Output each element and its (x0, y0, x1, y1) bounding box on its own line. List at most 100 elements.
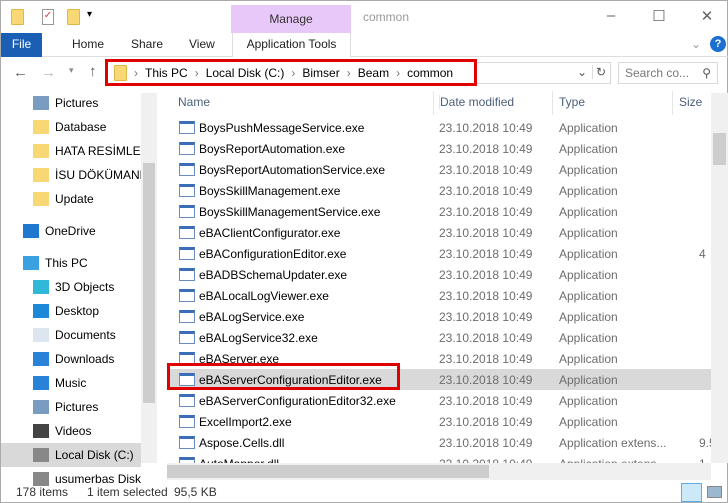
file-date: 23.10.2018 10:49 (439, 225, 533, 240)
exe-file-icon (179, 415, 195, 428)
column-type[interactable]: Type (559, 95, 585, 109)
file-name: eBAServerConfigurationEditor32.exe (199, 393, 396, 408)
help-icon[interactable]: ? (710, 36, 726, 52)
nav-item-label: Update (55, 192, 94, 206)
file-name: BoysReportAutomationService.exe (199, 162, 386, 177)
nav-item[interactable]: Music (1, 371, 141, 395)
nav-item[interactable]: Downloads (1, 347, 141, 371)
file-date: 23.10.2018 10:49 (439, 393, 533, 408)
exe-file-icon (179, 205, 195, 218)
file-row[interactable]: eBALogService32.exe 23.10.2018 10:49 Appli… (167, 327, 711, 348)
tab-home[interactable]: Home (72, 33, 104, 57)
refresh-icon[interactable]: ↻ (592, 65, 606, 79)
file-list-vertical-scrollbar[interactable] (711, 93, 728, 463)
column-name[interactable]: Name (178, 95, 210, 109)
manage-tab[interactable]: Manage (231, 5, 351, 33)
details-view-button[interactable] (681, 483, 702, 502)
search-icon: ⚲ (702, 66, 711, 80)
minimize-button[interactable]: – (601, 7, 621, 27)
tab-view[interactable]: View (189, 33, 215, 57)
onedrive-icon (23, 224, 39, 238)
large-icons-view-button[interactable] (707, 486, 722, 498)
breadcrumb-bimser[interactable]: Bimser (302, 66, 339, 80)
nav-item[interactable]: OneDrive (1, 219, 141, 243)
nav-item-label: OneDrive (45, 224, 96, 238)
search-placeholder: Search co... (625, 66, 690, 80)
file-row[interactable]: BoysSkillManagement.exe 23.10.2018 10:49 A… (167, 180, 711, 201)
nav-item[interactable]: Local Disk (C:) (1, 443, 141, 467)
nav-item-label: 3D Objects (55, 280, 115, 294)
desktop-icon (33, 304, 49, 318)
nav-item-label: Pictures (55, 400, 99, 414)
file-name: eBAClientConfigurator.exe (199, 225, 341, 240)
item-count: 178 items (16, 485, 69, 499)
exe-file-icon (179, 121, 195, 134)
file-date: 23.10.2018 10:49 (439, 309, 533, 324)
tab-file[interactable]: File (1, 33, 42, 57)
nav-item[interactable]: This PC (1, 251, 141, 275)
nav-item[interactable]: Videos (1, 419, 141, 443)
nav-item[interactable]: Pictures (1, 91, 141, 115)
column-date[interactable]: Date modified (439, 95, 514, 109)
selected-count: 1 item selected (87, 485, 168, 499)
breadcrumb-common[interactable]: common (407, 66, 453, 80)
3d-icon (33, 280, 49, 294)
pictures-icon (33, 96, 49, 110)
file-row[interactable]: BoysPushMessageService.exe 23.10.2018 10:… (167, 117, 711, 138)
file-date: 23.10.2018 10:49 (439, 183, 533, 198)
new-folder-icon[interactable] (67, 9, 80, 25)
nav-item[interactable]: Update (1, 187, 141, 211)
forward-button[interactable]: → (41, 64, 56, 81)
nav-item[interactable]: Pictures (1, 395, 141, 419)
breadcrumb-this-pc[interactable]: This PC (145, 66, 188, 80)
file-name: eBALogService.exe (199, 309, 305, 324)
file-name: BoysReportAutomation.exe (199, 141, 346, 156)
file-row[interactable]: eBALocalLogViewer.exe 23.10.2018 10:49 App… (167, 285, 711, 306)
nav-item[interactable]: Database (1, 115, 141, 139)
address-dropdown-icon[interactable]: ⌄ (577, 65, 587, 79)
file-type: Application (559, 183, 618, 198)
file-row[interactable]: eBAServerConfigurationEditor32.exe 23.10.… (167, 390, 711, 411)
file-row[interactable]: eBAClientConfigurator.exe 23.10.2018 10:4… (167, 222, 711, 243)
close-button[interactable]: ✕ (697, 7, 717, 27)
tab-application-tools[interactable]: Application Tools (232, 33, 351, 57)
ribbon-tabs: File Home Share View Application Tools ⌄… (1, 33, 728, 57)
nav-item[interactable]: HATA RESİMLER (1, 139, 141, 163)
recent-locations-icon[interactable]: ▾ (69, 65, 74, 76)
address-bar[interactable]: › This PC › Local Disk (C:) › Bimser › Beam … (105, 59, 477, 86)
nav-item[interactable]: 3D Objects (1, 275, 141, 299)
file-name: BoysSkillManagement.exe (199, 183, 341, 198)
file-row[interactable]: Aspose.Cells.dll 23.10.2018 10:49 Applicat… (167, 432, 716, 453)
nav-scrollbar[interactable] (141, 93, 157, 463)
column-size[interactable]: Size (679, 95, 702, 109)
selected-size: 95,5 KB (174, 485, 217, 499)
file-list-horizontal-scrollbar[interactable] (167, 463, 711, 480)
tab-share[interactable]: Share (131, 33, 163, 57)
expand-ribbon-icon[interactable]: ⌄ (691, 37, 701, 51)
search-input[interactable]: Search co... ⚲ (618, 62, 718, 84)
up-button[interactable]: ↑ (89, 63, 97, 80)
customize-toolbar-icon[interactable]: ▾ (87, 9, 92, 20)
file-row[interactable]: BoysReportAutomationService.exe 23.10.201… (167, 159, 711, 180)
file-row[interactable]: BoysReportAutomation.exe 23.10.2018 10:49… (167, 138, 711, 159)
properties-icon[interactable]: ✓ (42, 9, 54, 25)
file-row[interactable]: BoysSkillManagementService.exe 23.10.2018… (167, 201, 711, 222)
file-row[interactable]: ExcelImport2.exe 23.10.2018 10:49 Applicat… (167, 411, 711, 432)
file-row[interactable]: eBAConfigurationEditor.exe 23.10.2018 10:… (167, 243, 711, 264)
file-type: Application (559, 204, 618, 219)
nav-item-label: Music (55, 376, 87, 390)
breadcrumb-local-disk[interactable]: Local Disk (C:) (206, 66, 285, 80)
file-row[interactable]: eBALogService.exe 23.10.2018 10:49 Applica… (167, 306, 711, 327)
folder-icon (11, 9, 24, 25)
back-button[interactable]: ← (13, 64, 28, 81)
file-date: 23.10.2018 10:49 (439, 204, 533, 219)
file-type: Application (559, 162, 618, 177)
breadcrumb-beam[interactable]: Beam (358, 66, 389, 80)
file-row[interactable]: eBADBSchemaUpdater.exe 23.10.2018 10:49 Ap… (167, 264, 711, 285)
nav-item[interactable]: Desktop (1, 299, 141, 323)
nav-item-label: Documents (55, 328, 116, 342)
file-date: 23.10.2018 10:49 (439, 141, 533, 156)
maximize-button[interactable]: ☐ (649, 7, 669, 27)
nav-item[interactable]: İSU DÖKÜMANLARI (1, 163, 141, 187)
nav-item[interactable]: Documents (1, 323, 141, 347)
